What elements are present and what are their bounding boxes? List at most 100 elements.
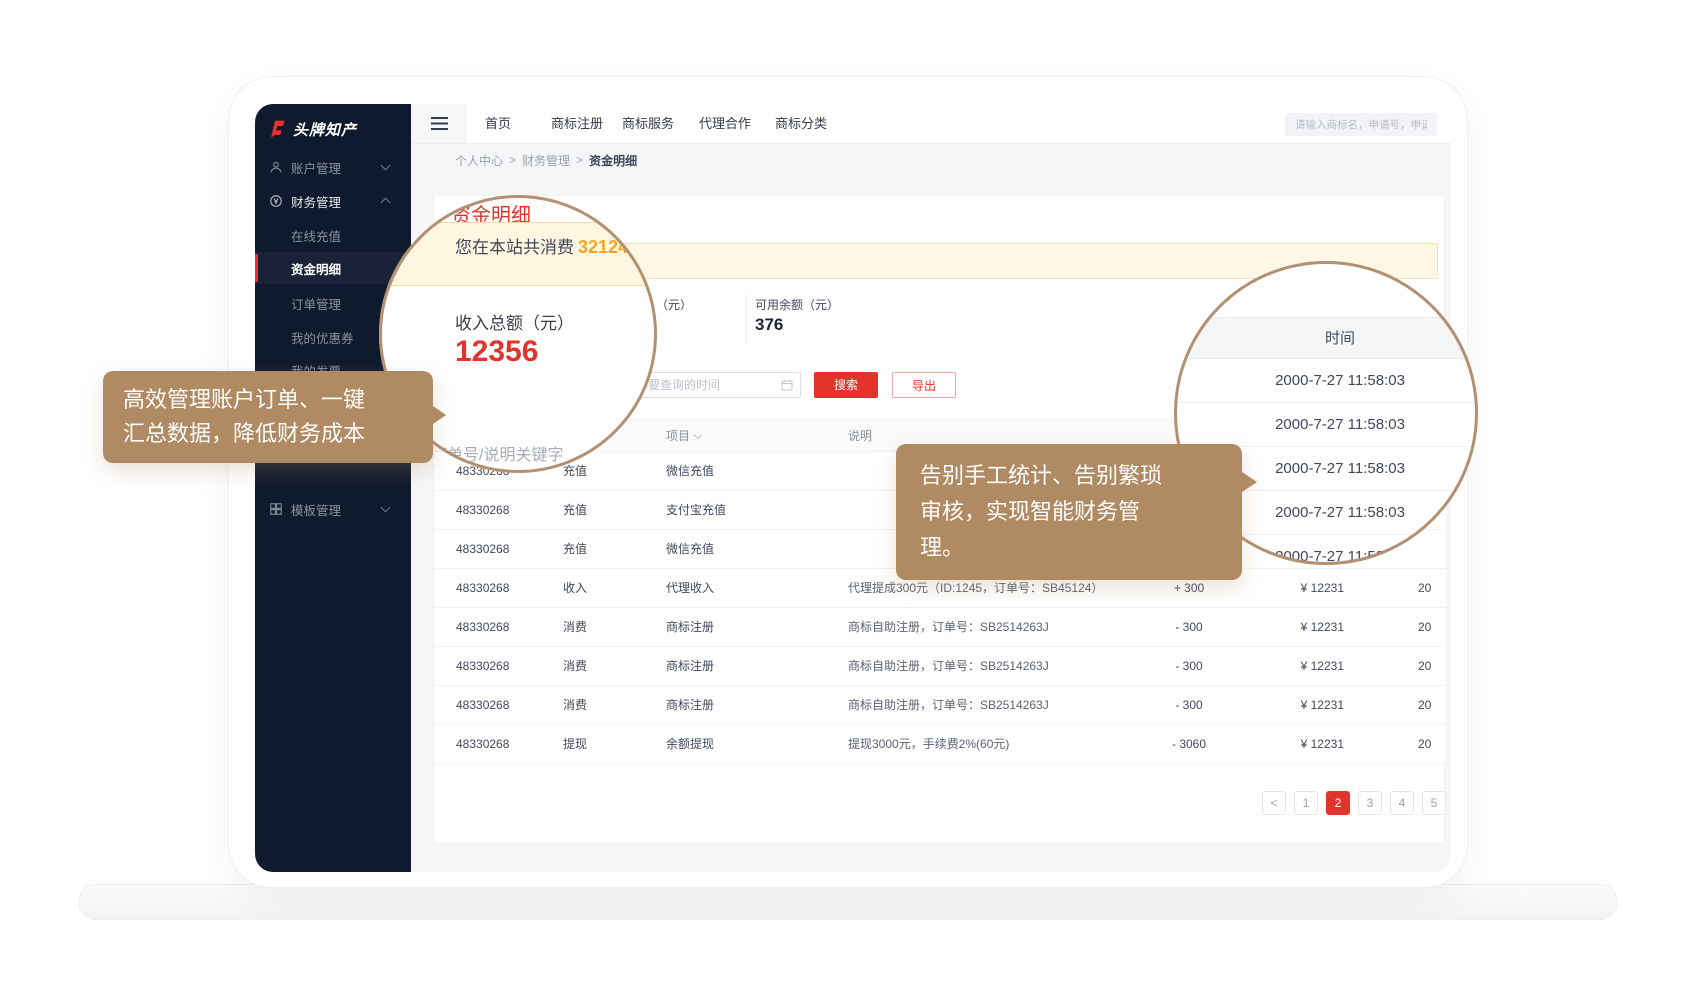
cell-order-no: 48330268	[456, 569, 509, 608]
sidebar-item-label: 模板管理	[291, 500, 341, 519]
banner-char: 大	[632, 233, 649, 258]
nav-trademark-category[interactable]: 商标分类	[775, 104, 827, 143]
cell-time: 2000-7-27 11:58:03	[1418, 647, 1431, 686]
cell-order-no: 48330268	[456, 530, 509, 569]
sidebar-item-label: 财务管理	[291, 192, 341, 211]
cell-balance: ¥ 12231	[1244, 569, 1344, 608]
cell-order-no: 48330268	[456, 725, 509, 764]
pagination-prev-button[interactable]: <	[1262, 791, 1286, 815]
sort-caret-icon	[694, 431, 702, 439]
cell-type: 消费	[563, 686, 587, 725]
cell-amount: - 300	[1134, 686, 1244, 725]
search-button[interactable]: 搜索	[814, 372, 878, 398]
cell-order-no: 48330268	[456, 647, 509, 686]
pagination-page-5[interactable]: 5	[1422, 791, 1446, 815]
finance-icon	[269, 194, 283, 208]
stat-income-label: 收入总额（元）	[455, 309, 574, 334]
banner-amount: 32124	[578, 237, 628, 258]
pagination-page-3[interactable]: 3	[1358, 791, 1382, 815]
cell-project: 商标注册	[666, 608, 714, 647]
sidebar-item-templates[interactable]: 模板管理	[255, 493, 411, 525]
sidebar-item-label: 资金明细	[291, 259, 341, 278]
callout-left-arrow	[430, 404, 446, 426]
cell-project: 微信充值	[666, 452, 714, 491]
chevron-down-icon	[381, 161, 391, 171]
callout-right-arrow	[1239, 470, 1257, 494]
cell-desc: 商标自助注册，订单号：SB2514263J	[848, 608, 1049, 647]
brand: 头牌知产	[267, 116, 407, 142]
pagination-page-1[interactable]: 1	[1294, 791, 1318, 815]
table-row: 48330268 消费 商标注册 商标自助注册，订单号：SB2514263J -…	[434, 647, 1446, 686]
page: 头牌知产 账户管理 财务管理 在线充值 资金明	[0, 0, 1696, 1002]
sidebar-item-label: 在线充值	[291, 226, 341, 245]
cell-amount: - 300	[1134, 647, 1244, 686]
active-indicator	[255, 254, 258, 282]
stat-middle-label: （元）	[656, 296, 692, 313]
sidebar-item-finance[interactable]: 财务管理	[255, 185, 411, 217]
cell-desc: 提现3000元，手续费2%(60元)	[848, 725, 1009, 764]
stat-balance-label: 可用余额（元）	[755, 296, 839, 313]
cell-type: 充值	[563, 530, 587, 569]
sidebar: 头牌知产 账户管理 财务管理 在线充值 资金明	[255, 104, 411, 872]
table-row: 48330268 消费 商标注册 商标自助注册，订单号：SB2514263J -…	[434, 608, 1446, 647]
cell-type: 收入	[563, 569, 587, 608]
pagination-page-2-active[interactable]: 2	[1326, 791, 1350, 815]
banner-prefix: 您在本站共消费	[455, 233, 574, 258]
cell-order-no: 48330268	[456, 491, 509, 530]
sidebar-item-label: 账户管理	[291, 158, 341, 177]
breadcrumb: 个人中心 > 财务管理 > 资金明细	[455, 152, 637, 168]
hamburger-icon	[431, 117, 448, 130]
breadcrumb-item[interactable]: 个人中心	[455, 152, 503, 169]
cell-project: 微信充值	[666, 530, 714, 569]
cell-time: 2000-7-27 11:58:03	[1418, 569, 1431, 608]
chevron-up-icon	[381, 198, 391, 208]
cell-desc: 商标自助注册，订单号：SB2514263J	[848, 686, 1049, 725]
cell-balance: ¥ 12231	[1244, 686, 1344, 725]
sidebar-item-label: 我的优惠券	[291, 328, 354, 347]
brand-name: 头牌知产	[293, 119, 357, 140]
pagination-page-4[interactable]: 4	[1390, 791, 1414, 815]
search-input[interactable]	[1285, 113, 1437, 136]
breadcrumb-item[interactable]: 财务管理	[522, 152, 570, 169]
cell-project: 商标注册	[666, 647, 714, 686]
cell-desc: 商标自助注册，订单号：SB2514263J	[848, 647, 1049, 686]
nav-agent-cooperation[interactable]: 代理合作	[699, 104, 751, 143]
cell-balance: ¥ 12231	[1244, 608, 1344, 647]
header-time: 时间	[1174, 317, 1478, 359]
topbar: 首页 商标注册 商标服务 代理合作 商标分类	[411, 104, 1451, 144]
menu-toggle-button[interactable]	[411, 104, 467, 143]
stat-divider	[746, 292, 747, 344]
cell-time: 2000-7-27 11:58:03	[1418, 608, 1431, 647]
consumption-banner-text: 您在本站共消费 32124 大 820 元	[455, 233, 657, 258]
breadcrumb-current: 资金明细	[589, 152, 637, 169]
breadcrumb-separator: >	[576, 153, 583, 167]
calendar-icon[interactable]	[781, 379, 793, 391]
cell-time: 2000-7-27 11:58:03	[1418, 686, 1431, 725]
brand-logo-icon	[267, 119, 287, 139]
header-project-label: 项目	[666, 429, 690, 443]
cell-balance: ¥ 12231	[1244, 725, 1344, 764]
cell-project: 代理收入	[666, 569, 714, 608]
nav-trademark-service[interactable]: 商标服务	[622, 104, 674, 143]
cell-project: 商标注册	[666, 686, 714, 725]
nav-home[interactable]: 首页	[485, 104, 511, 143]
callout-right: 告别手工统计、告别繁琐 审核，实现智能财务管 理。	[896, 444, 1242, 580]
sidebar-item-label: 订单管理	[291, 294, 341, 313]
cell-order-no: 48330268	[456, 686, 509, 725]
cell-amount: - 3060	[1134, 725, 1244, 764]
nav-trademark-register[interactable]: 商标注册	[551, 104, 603, 143]
header-order-keyword: 订单号/说明关键字	[431, 441, 563, 465]
sidebar-item-account[interactable]: 账户管理	[255, 151, 411, 183]
time-cell: 2000-7-27 11:58:03	[1174, 359, 1478, 403]
laptop-base	[78, 884, 1618, 920]
header-desc: 说明	[848, 420, 872, 453]
cell-project: 余额提现	[666, 725, 714, 764]
user-icon	[269, 160, 283, 174]
table-row: 48330268 消费 商标注册 商标自助注册，订单号：SB2514263J -…	[434, 686, 1446, 725]
cell-balance: ¥ 12231	[1244, 647, 1344, 686]
header-project[interactable]: 项目	[666, 420, 701, 453]
export-button[interactable]: 导出	[892, 372, 956, 398]
cell-type: 提现	[563, 725, 587, 764]
cell-project: 支付宝充值	[666, 491, 726, 530]
cell-order-no: 48330268	[456, 608, 509, 647]
